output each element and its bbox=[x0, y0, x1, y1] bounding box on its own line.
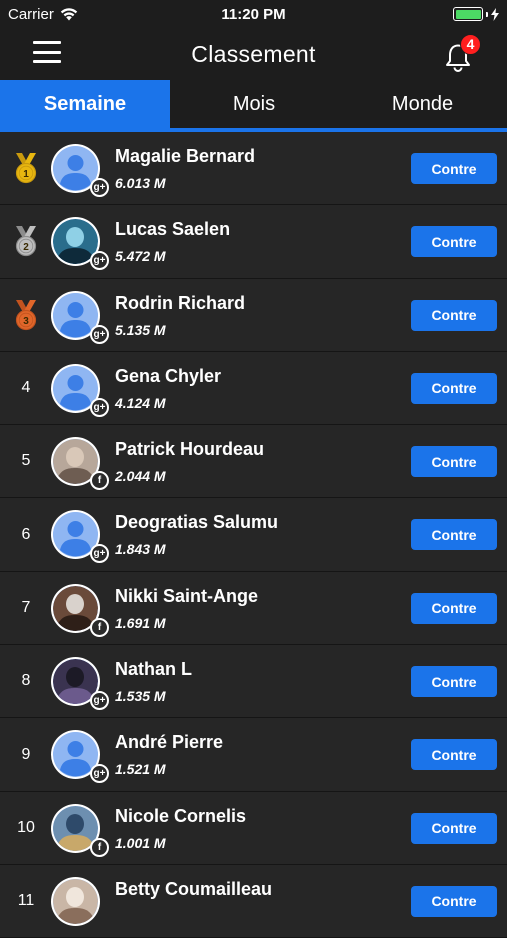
rank-number: 11 bbox=[17, 892, 35, 910]
rank-number: 4 bbox=[21, 379, 31, 397]
rank-number: 5 bbox=[21, 452, 31, 470]
page-title: Classement bbox=[191, 40, 316, 67]
contre-button[interactable]: Contre bbox=[411, 739, 497, 771]
contre-button[interactable]: Contre bbox=[411, 812, 497, 844]
gold-medal-icon: 1 bbox=[15, 153, 37, 184]
contre-button[interactable]: Contre bbox=[411, 885, 497, 917]
player-score: 1.001 M bbox=[115, 834, 166, 851]
leaderboard-row[interactable]: 3 g+ Rodrin Richard 5.135 M Contre bbox=[0, 278, 507, 352]
player-score: 6.013 M bbox=[115, 175, 166, 191]
rank-cell: 3 bbox=[8, 279, 44, 351]
google-plus-icon: g+ bbox=[90, 251, 109, 271]
leaderboard-row[interactable]: 8 g+ Nathan L 1.535 M Contre bbox=[0, 645, 507, 719]
player-score: 5.472 M bbox=[115, 248, 166, 265]
notifications-button[interactable]: 4 bbox=[442, 34, 481, 72]
svg-text:1: 1 bbox=[23, 169, 29, 180]
player-score: 1.535 M bbox=[115, 688, 166, 705]
player-name: Betty Coumailleau bbox=[115, 878, 273, 899]
status-bar: Carrier 11:20 PM bbox=[0, 0, 507, 28]
notification-badge: 4 bbox=[460, 34, 481, 55]
rank-cell: 1 bbox=[8, 132, 44, 204]
google-plus-icon: g+ bbox=[90, 764, 109, 784]
facebook-icon: f bbox=[90, 471, 109, 491]
navigation-bar: Classement 4 bbox=[0, 28, 507, 80]
silver-medal-icon: 2 bbox=[15, 226, 37, 257]
wifi-icon bbox=[60, 7, 78, 20]
carrier-info: Carrier bbox=[8, 6, 78, 23]
google-plus-icon: g+ bbox=[90, 324, 109, 344]
player-name: André Pierre bbox=[115, 732, 224, 753]
leaderboard-list[interactable]: 1 g+ Magalie Bernard 6.013 M Contre 2 g+ Lucas … bbox=[0, 132, 507, 938]
battery-fill bbox=[455, 9, 481, 19]
avatar[interactable] bbox=[51, 876, 100, 926]
player-name: Magalie Bernard bbox=[115, 146, 256, 166]
player-score: 2.044 M bbox=[115, 468, 166, 485]
google-plus-icon: g+ bbox=[90, 691, 109, 711]
rank-number: 10 bbox=[17, 818, 35, 836]
player-name: Gena Chyler bbox=[115, 365, 222, 386]
leaderboard-row[interactable]: 7 f Nikki Saint-Ange 1.691 M Contre bbox=[0, 571, 507, 646]
bronze-medal-icon: 3 bbox=[15, 299, 37, 330]
player-score: 4.124 M bbox=[115, 394, 166, 411]
player-name: Nicole Cornelis bbox=[115, 805, 247, 826]
player-name: Nikki Saint-Ange bbox=[115, 585, 259, 606]
svg-text:3: 3 bbox=[23, 316, 29, 327]
leaderboard-row[interactable]: 1 g+ Magalie Bernard 6.013 M Contre bbox=[0, 132, 507, 206]
battery-indicator bbox=[453, 7, 499, 21]
player-name: Patrick Hourdeau bbox=[115, 439, 265, 460]
leaderboard-row[interactable]: 2 g+ Lucas Saelen 5.472 M Contre bbox=[0, 205, 507, 279]
photo-cat bbox=[53, 878, 98, 924]
rank-cell: 2 bbox=[8, 205, 44, 277]
contre-button[interactable]: Contre bbox=[411, 153, 497, 184]
contre-button[interactable]: Contre bbox=[411, 592, 497, 624]
rank-number: 8 bbox=[21, 672, 31, 690]
player-name: Rodrin Richard bbox=[115, 292, 246, 313]
google-plus-icon: g+ bbox=[90, 178, 109, 197]
player-name: Deogratias Salumu bbox=[115, 512, 279, 533]
leaderboard-row[interactable]: 5 f Patrick Hourdeau 2.044 M Contre bbox=[0, 425, 507, 499]
tab-monde[interactable]: Monde bbox=[338, 80, 507, 128]
leaderboard-row[interactable]: 10 f Nicole Cornelis 1.001 M Contre bbox=[0, 791, 507, 865]
contre-button[interactable]: Contre bbox=[411, 446, 497, 478]
tab-mois[interactable]: Mois bbox=[170, 80, 338, 128]
player-name: Lucas Saelen bbox=[115, 219, 231, 240]
google-plus-icon: g+ bbox=[90, 544, 109, 564]
rank-number: 7 bbox=[21, 598, 31, 616]
hamburger-menu-icon[interactable] bbox=[33, 41, 61, 63]
facebook-icon: f bbox=[90, 617, 109, 637]
rank-number: 9 bbox=[21, 745, 31, 763]
player-score: 1.843 M bbox=[115, 541, 166, 558]
leaderboard-row[interactable]: 11 Betty Coumailleau Contre bbox=[0, 864, 507, 938]
rank-number: 6 bbox=[21, 525, 31, 543]
period-tabs: Semaine Mois Monde bbox=[0, 80, 507, 128]
tab-semaine[interactable]: Semaine bbox=[0, 80, 170, 128]
leaderboard-row[interactable]: 9 g+ André Pierre 1.521 M Contre bbox=[0, 718, 507, 792]
contre-button[interactable]: Contre bbox=[411, 299, 497, 331]
carrier-label: Carrier bbox=[8, 5, 54, 23]
contre-button[interactable]: Contre bbox=[411, 666, 497, 698]
charging-icon bbox=[491, 7, 499, 21]
player-score: 5.135 M bbox=[115, 321, 166, 338]
contre-button[interactable]: Contre bbox=[411, 372, 497, 404]
battery-icon bbox=[453, 7, 483, 21]
player-score: 1.691 M bbox=[115, 614, 166, 631]
leaderboard-row[interactable]: 6 g+ Deogratias Salumu 1.843 M Contre bbox=[0, 498, 507, 572]
player-name: Nathan L bbox=[115, 659, 193, 680]
facebook-icon: f bbox=[90, 837, 109, 857]
google-plus-icon: g+ bbox=[90, 397, 109, 417]
svg-text:2: 2 bbox=[23, 242, 29, 253]
contre-button[interactable]: Contre bbox=[411, 226, 497, 258]
leaderboard-row[interactable]: 4 g+ Gena Chyler 4.124 M Contre bbox=[0, 351, 507, 426]
contre-button[interactable]: Contre bbox=[411, 519, 497, 551]
player-score: 1.521 M bbox=[115, 761, 166, 778]
